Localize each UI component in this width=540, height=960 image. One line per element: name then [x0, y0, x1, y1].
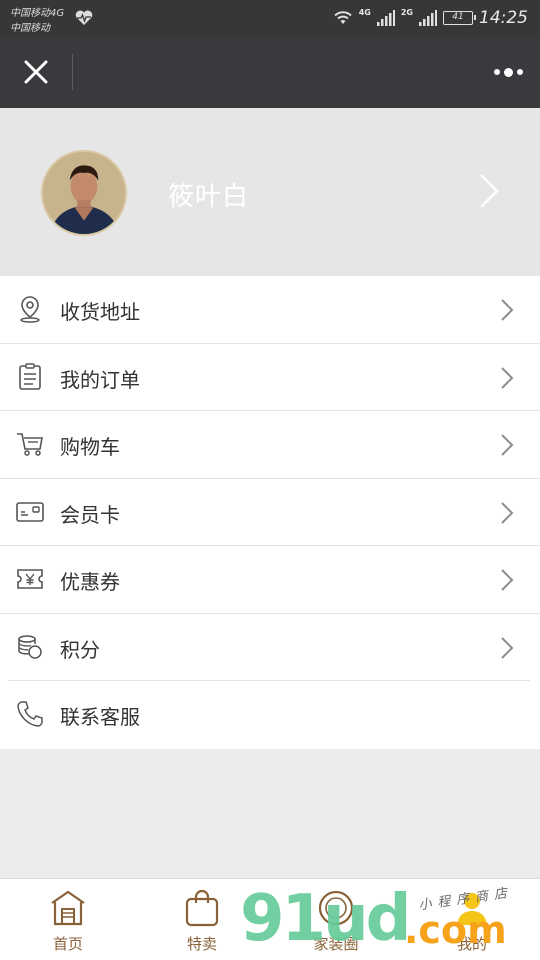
tab-home-circle[interactable]: 家装圈: [296, 887, 376, 957]
menu-label: 会员卡: [60, 502, 120, 527]
phone-icon: [16, 699, 44, 729]
menu-label: 收货地址: [60, 300, 140, 324]
member-card-icon: [16, 497, 44, 527]
avatar-image: [43, 152, 125, 234]
menu-item-points[interactable]: 积分: [0, 614, 540, 682]
menu-item-customer-service[interactable]: 联系客服: [0, 681, 540, 749]
chevron-right-icon: [501, 366, 514, 389]
more-dot-center: [503, 67, 513, 77]
network-type-4g: 4G: [358, 7, 371, 17]
circle-icon: [318, 890, 354, 926]
more-dot-right: [516, 69, 523, 75]
menu-label: 积分: [60, 637, 100, 662]
carrier-secondary: 中国移动: [10, 23, 50, 34]
cart-icon: [16, 429, 44, 459]
close-icon: [24, 60, 48, 84]
tab-label: 特卖: [186, 935, 217, 953]
coupon-icon: [16, 564, 44, 594]
close-button[interactable]: [14, 50, 58, 94]
points-coins-icon: [16, 632, 44, 662]
status-time: 14:25: [479, 8, 528, 28]
carrier-primary: 中国移动4G: [10, 8, 65, 19]
battery-icon: 41: [443, 11, 476, 25]
more-dots-icon: [493, 69, 500, 75]
menu-list: 收货地址 我的订单 购物车 会员卡 优惠券 积分 联系客服: [0, 276, 540, 749]
signal-4g-icon: [376, 10, 395, 26]
chevron-right-icon: [501, 299, 514, 321]
menu-item-member-card[interactable]: 会员卡: [0, 479, 540, 546]
avatar[interactable]: [41, 150, 127, 236]
bottom-tab-bar: 首页 特卖 家装圈 我的: [0, 878, 540, 960]
tab-home[interactable]: 首页: [28, 887, 108, 957]
shopping-bag-icon: [185, 889, 219, 927]
profile-icon: [457, 893, 487, 925]
menu-item-cart[interactable]: 购物车: [0, 411, 540, 479]
chevron-right-icon: [501, 636, 514, 659]
title-divider: [72, 54, 73, 90]
network-type-2g: 2G: [400, 7, 413, 17]
menu-item-orders[interactable]: 我的订单: [0, 344, 540, 411]
profile-header[interactable]: 筱叶白: [0, 108, 540, 276]
status-bar: 中国移动4G 中国移动 4G 2G 41 14:25: [0, 0, 540, 36]
location-pin-icon: [16, 294, 44, 324]
chevron-right-icon: [501, 569, 514, 591]
status-icons: 4G 2G 41 14:25: [333, 6, 528, 30]
menu-item-coupons[interactable]: 优惠券: [0, 546, 540, 614]
chevron-right-icon: [501, 501, 514, 524]
more-button[interactable]: [484, 50, 532, 94]
wifi-icon: [334, 11, 352, 24]
chevron-right-icon: [501, 434, 514, 456]
menu-item-address[interactable]: 收货地址: [0, 276, 540, 344]
menu-label: 我的订单: [60, 367, 140, 392]
menu-label: 联系客服: [60, 705, 140, 729]
order-list-icon: [16, 362, 44, 392]
home-icon: [51, 890, 85, 926]
tab-label: 我的: [456, 935, 487, 953]
heart-rate-icon: [75, 10, 93, 25]
title-bar: [0, 36, 540, 108]
menu-label: 购物车: [60, 435, 120, 459]
signal-2g-icon: [419, 10, 437, 26]
profile-name: 筱叶白: [168, 182, 250, 212]
tab-label: 家装圈: [313, 935, 359, 953]
tab-mine[interactable]: 我的: [432, 887, 512, 957]
tab-sale[interactable]: 特卖: [162, 887, 242, 957]
profile-chevron-icon: [480, 174, 499, 208]
tab-label: 首页: [52, 935, 83, 953]
menu-label: 优惠券: [60, 570, 120, 594]
